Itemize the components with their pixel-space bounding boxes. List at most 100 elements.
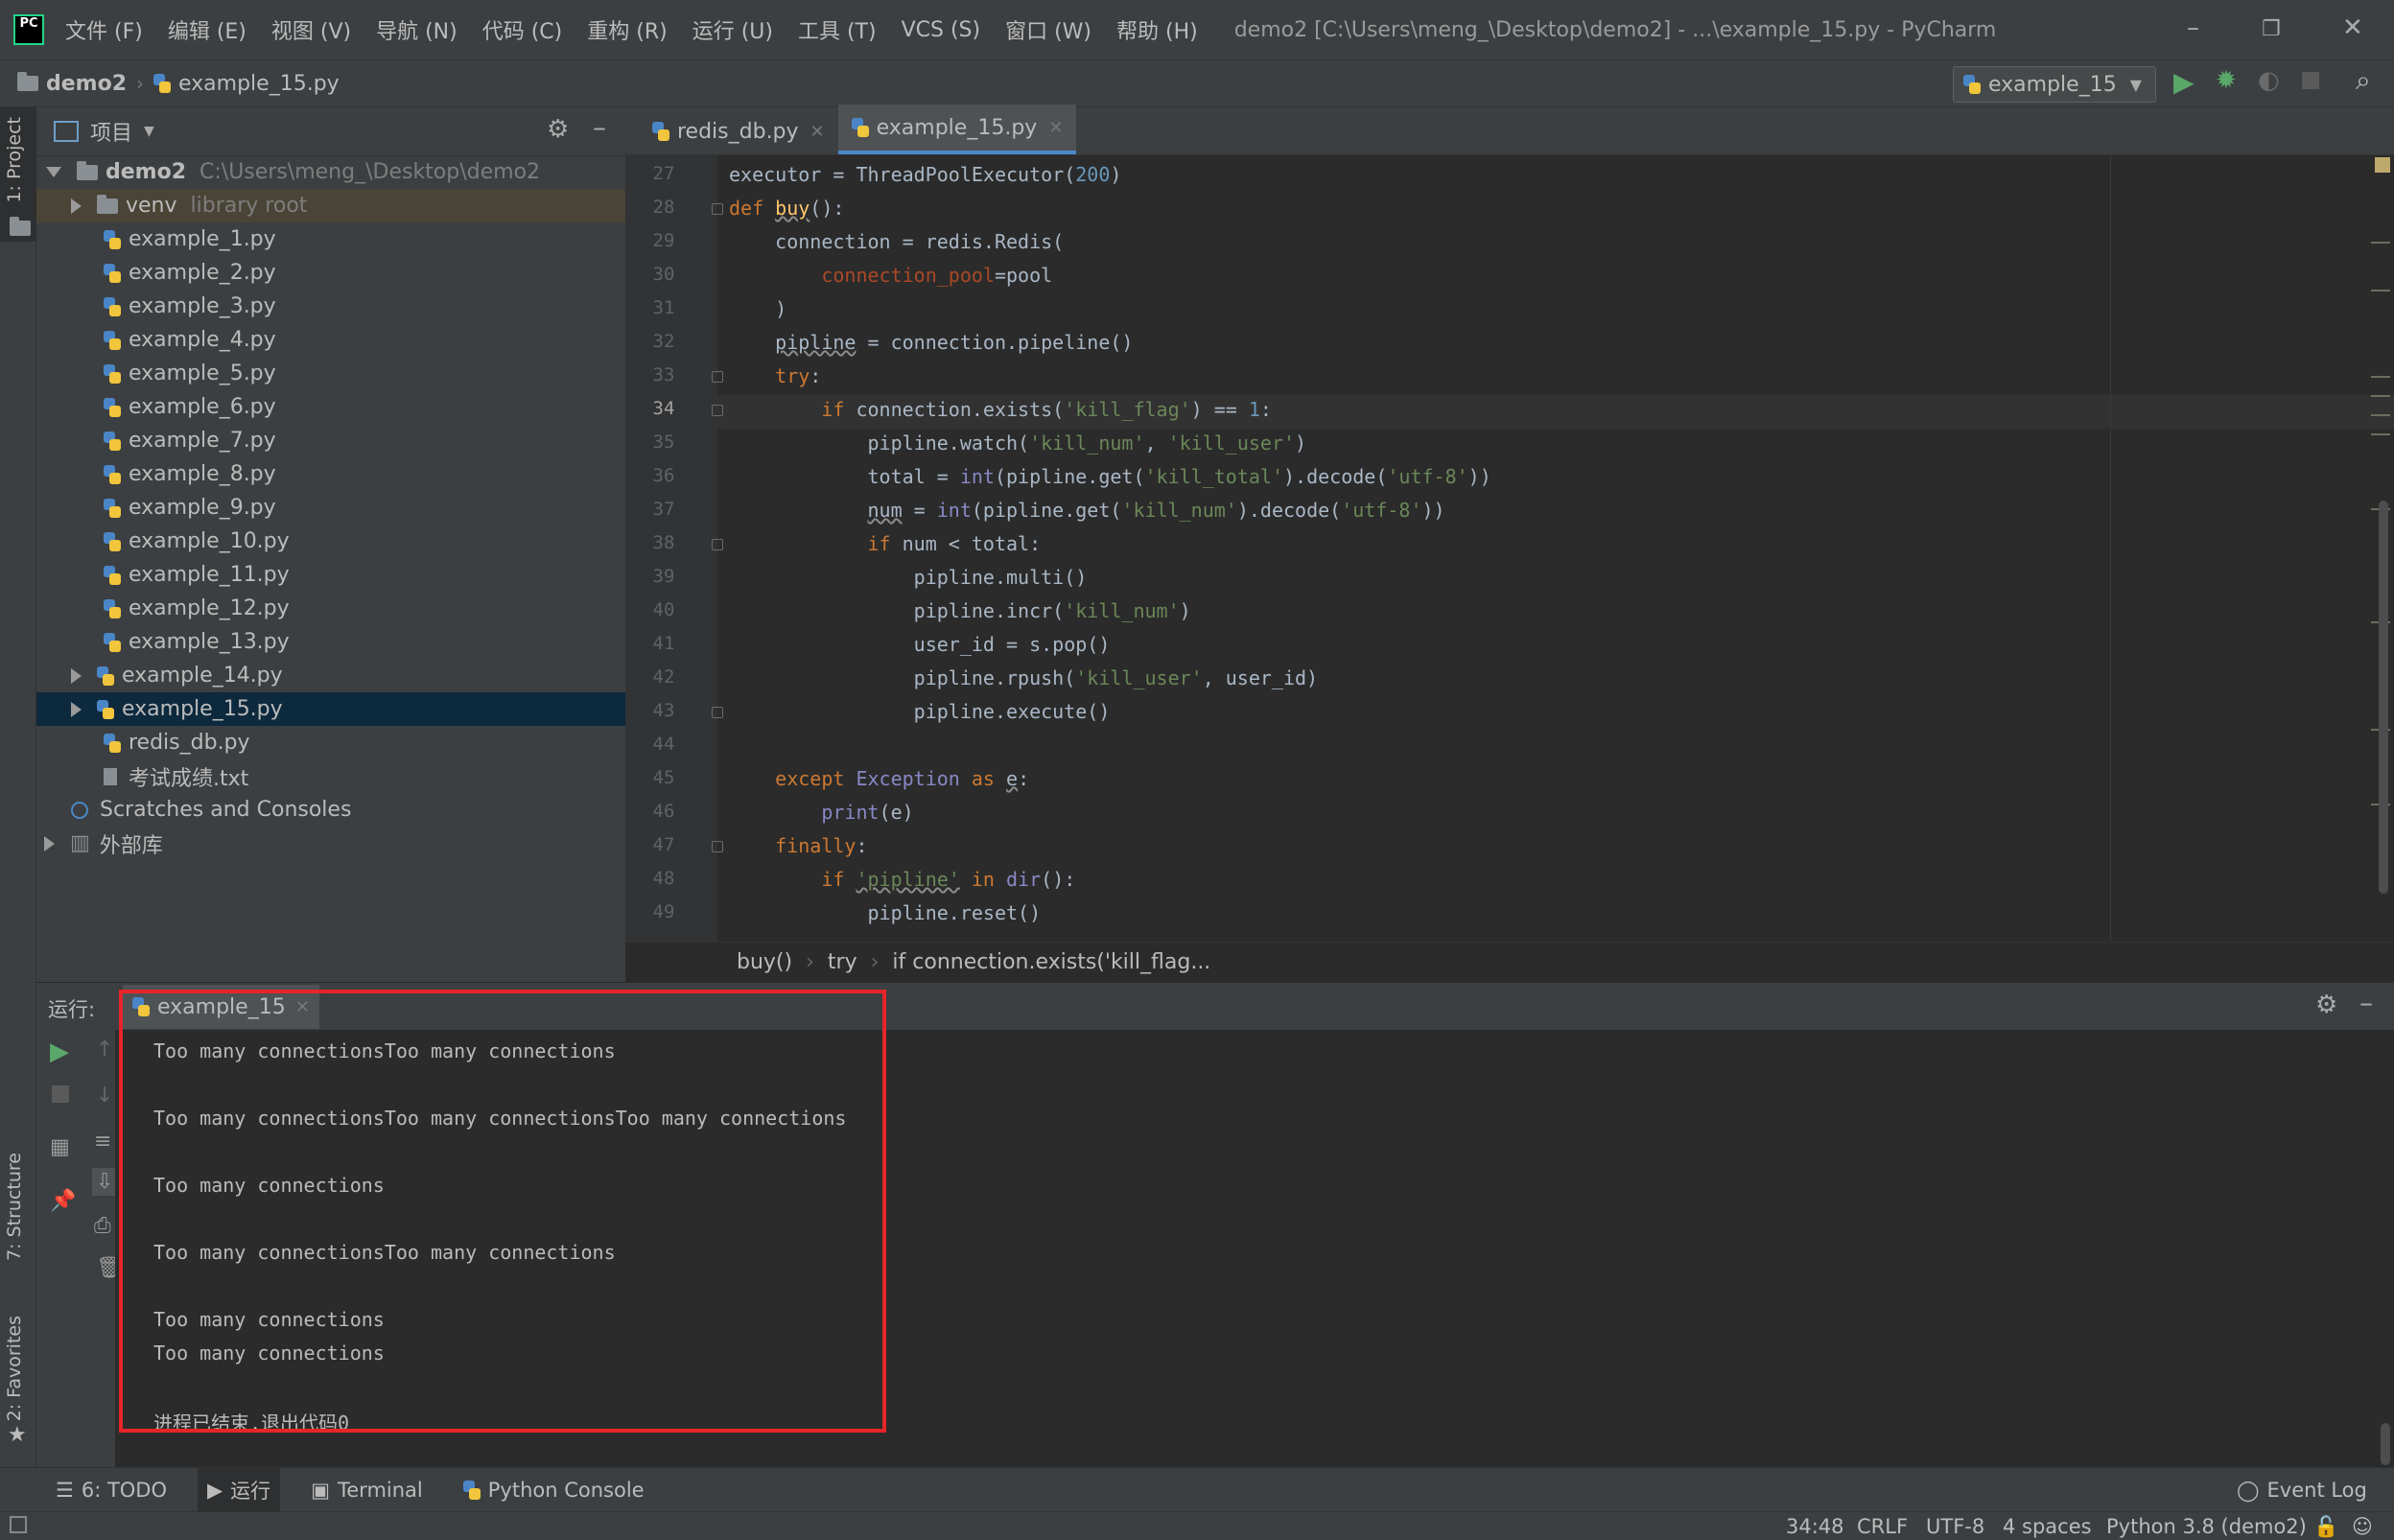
inspector-icon[interactable]: ☺ — [2352, 1515, 2373, 1538]
tree-external-libs[interactable]: ▥ 外部库 — [36, 827, 625, 860]
up-arrow-icon[interactable]: ↑ — [96, 1038, 113, 1062]
fold-icon[interactable] — [712, 707, 723, 718]
event-log-button[interactable]: ◯ Event Log — [2227, 1468, 2377, 1512]
scroll-to-end-icon[interactable]: ⇩ — [92, 1168, 118, 1196]
tree-file[interactable]: example_4.py — [36, 323, 625, 357]
breadcrumb-item[interactable]: buy() — [737, 950, 792, 974]
tab-todo[interactable]: ☰ 6: TODO — [46, 1468, 176, 1512]
fold-icon[interactable] — [712, 371, 723, 383]
menu-window[interactable]: 窗口 (W) — [1005, 14, 1091, 45]
fold-icon[interactable] — [712, 203, 723, 215]
menu-vcs[interactable]: VCS (S) — [902, 18, 981, 42]
tree-file[interactable]: example_5.py — [36, 357, 625, 390]
console-scrollbar-thumb[interactable] — [2381, 1423, 2390, 1465]
fold-icon[interactable] — [712, 841, 723, 852]
pin-icon[interactable]: 📌 — [50, 1189, 76, 1213]
collapse-arrow-icon[interactable] — [44, 835, 55, 852]
tree-file[interactable]: example_3.py — [36, 290, 625, 323]
tree-file[interactable]: redis_db.py — [36, 726, 625, 759]
menu-navigate[interactable]: 导航 (N) — [376, 14, 458, 45]
soft-wrap-icon[interactable]: ≡ — [94, 1130, 111, 1154]
inspection-status-icon[interactable] — [2375, 157, 2390, 173]
close-tab-icon[interactable]: ✕ — [1048, 118, 1063, 138]
tab-python-console[interactable]: Python Console — [454, 1468, 654, 1512]
tool-windows-icon[interactable] — [10, 1516, 27, 1533]
debug-icon[interactable]: ✹ — [2216, 66, 2237, 95]
tree-file[interactable]: example_13.py — [36, 625, 625, 659]
fold-icon[interactable] — [712, 405, 723, 416]
rerun-icon[interactable]: ▶ — [50, 1038, 69, 1066]
python-interpreter[interactable]: Python 3.8 (demo2) — [2106, 1515, 2307, 1538]
coverage-icon[interactable]: ◐ — [2258, 66, 2280, 95]
gear-icon[interactable]: ⚙ — [547, 115, 569, 144]
down-arrow-icon[interactable]: ↓ — [96, 1084, 113, 1108]
close-tab-icon[interactable]: ✕ — [810, 122, 825, 142]
caret-position[interactable]: 34:48 — [1786, 1515, 1844, 1538]
menu-refactor[interactable]: 重构 (R) — [587, 14, 667, 45]
tree-file[interactable]: example_9.py — [36, 491, 625, 525]
chevron-down-icon[interactable]: ▼ — [144, 124, 154, 139]
tree-scratches[interactable]: Scratches and Consoles — [36, 793, 625, 827]
collapse-arrow-icon[interactable] — [71, 701, 82, 717]
tab-label: example_15.py — [876, 115, 1038, 140]
stop-icon[interactable] — [52, 1085, 69, 1103]
lock-icon[interactable]: 🔓 — [2313, 1515, 2338, 1539]
hide-panel-icon[interactable]: – — [593, 111, 606, 143]
layout-icon[interactable]: ▦ — [50, 1135, 70, 1159]
tab-terminal[interactable]: ▣ Terminal — [301, 1468, 433, 1512]
tree-file[interactable]: example_11.py — [36, 558, 625, 592]
run-icon[interactable]: ▶ — [2173, 66, 2194, 98]
python-file-icon — [104, 498, 121, 518]
menu-tools[interactable]: 工具 (T) — [798, 14, 877, 45]
tree-file[interactable]: example_2.py — [36, 256, 625, 290]
indent-setting[interactable]: 4 spaces — [2003, 1515, 2092, 1538]
tree-file[interactable]: example_8.py — [36, 457, 625, 491]
fold-icon[interactable] — [712, 539, 723, 550]
line-separator[interactable]: CRLF — [1857, 1515, 1908, 1538]
tree-file[interactable]: example_12.py — [36, 592, 625, 625]
menu-run[interactable]: 运行 (U) — [692, 14, 773, 45]
tab-example-15[interactable]: example_15.py ✕ — [837, 105, 1077, 154]
tree-file-selected[interactable]: example_15.py — [36, 692, 625, 726]
breadcrumb-item[interactable]: if connection.exists('kill_flag... — [892, 950, 1210, 974]
tree-root[interactable]: demo2 C:\Users\meng_\Desktop\demo2 — [36, 155, 625, 189]
menu-file[interactable]: 文件 (F) — [65, 14, 143, 45]
scrollbar-thumb[interactable] — [2379, 501, 2388, 894]
menu-code[interactable]: 代码 (C) — [482, 14, 563, 45]
restore-icon[interactable]: ❐ — [2262, 17, 2281, 41]
tree-file[interactable]: 考试成绩.txt — [36, 759, 625, 793]
minimize-icon[interactable]: – — [2187, 13, 2199, 42]
close-icon[interactable]: ✕ — [2342, 13, 2363, 42]
code-editor[interactable]: executor = ThreadPoolExecutor(200) def b… — [717, 155, 2394, 942]
nav-file[interactable]: example_15.py — [178, 72, 340, 96]
menu-edit[interactable]: 编辑 (E) — [168, 14, 246, 45]
search-icon[interactable]: ⌕ — [2356, 64, 2371, 97]
menu-help[interactable]: 帮助 (H) — [1116, 14, 1198, 45]
collapse-arrow-icon[interactable] — [71, 667, 82, 684]
tree-file[interactable]: example_7.py — [36, 424, 625, 457]
expand-arrow-icon[interactable] — [46, 167, 61, 177]
stop-icon[interactable] — [2302, 72, 2319, 89]
hide-panel-icon[interactable]: – — [2359, 987, 2373, 1018]
tree-file[interactable]: example_14.py — [36, 659, 625, 692]
nav-project[interactable]: demo2 — [46, 72, 127, 96]
tree-file[interactable]: example_10.py — [36, 525, 625, 558]
project-panel-title[interactable]: 项目 — [90, 116, 132, 147]
project-tool-tab[interactable]: 1: Project — [4, 117, 25, 203]
tree-file[interactable]: example_6.py — [36, 390, 625, 424]
favorites-tool-tab[interactable]: 2: Favorites — [4, 1316, 25, 1421]
run-icon: ▶ — [207, 1478, 223, 1502]
tree-venv[interactable]: venv library root — [36, 189, 625, 222]
run-config-select[interactable]: example_15 ▼ — [1953, 66, 2156, 103]
tree-file[interactable]: example_1.py — [36, 222, 625, 256]
editor-scrollbar[interactable] — [2371, 155, 2394, 942]
menu-view[interactable]: 视图 (V) — [271, 14, 351, 45]
tab-redis-db[interactable]: redis_db.py ✕ — [639, 108, 838, 154]
structure-tool-tab[interactable]: 7: Structure — [4, 1153, 25, 1261]
gear-icon[interactable]: ⚙ — [2315, 991, 2337, 1019]
tab-run[interactable]: ▶ 运行 — [198, 1467, 281, 1512]
file-encoding[interactable]: UTF-8 — [1926, 1515, 1984, 1538]
print-icon[interactable]: ⎙ — [94, 1214, 111, 1238]
collapse-arrow-icon[interactable] — [71, 198, 82, 214]
breadcrumb-item[interactable]: try — [828, 950, 857, 974]
